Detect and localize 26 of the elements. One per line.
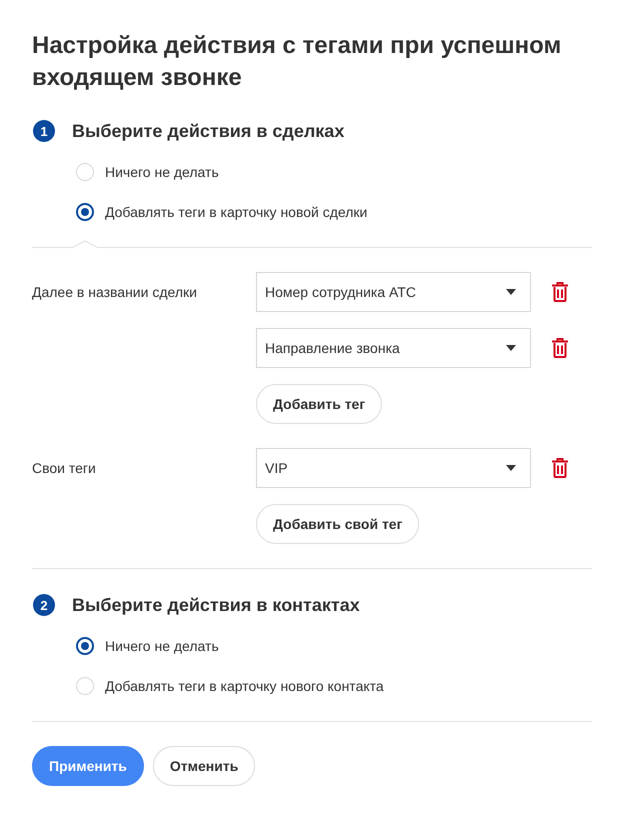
trash-icon[interactable] [552, 338, 568, 358]
caret-icon [506, 465, 516, 471]
field-label: Далее в названии сделки [32, 283, 197, 301]
add-tag-button[interactable]: Добавить тег [256, 384, 382, 424]
caret-icon [506, 345, 516, 351]
option-label[interactable]: Добавлять теги в карточку нового контакта [105, 677, 384, 695]
step-number: 2 [33, 594, 55, 616]
trash-icon[interactable] [552, 458, 568, 478]
option-label[interactable]: Ничего не делать [105, 637, 219, 655]
option-label[interactable]: Добавлять теги в карточку новой сделки [105, 203, 368, 221]
step-number: 1 [33, 120, 55, 142]
dropdown[interactable]: VIP [256, 448, 531, 488]
cancel-button[interactable]: Отменить [152, 746, 256, 786]
section-heading: Выберите действия в контактах [72, 594, 360, 617]
section-heading: Выберите действия в сделках [72, 120, 344, 143]
radio-button[interactable] [76, 203, 94, 221]
add-tag-button[interactable]: Добавить свой тег [256, 504, 420, 544]
radio-button[interactable] [76, 637, 94, 655]
page-title: Настройка действия с тегами при успешном входящем звонке [32, 31, 562, 93]
option-label[interactable]: Ничего не делать [105, 163, 219, 181]
dropdown[interactable]: Направление звонка [256, 328, 531, 368]
apply-button[interactable]: Применить [32, 746, 144, 786]
trash-icon[interactable] [552, 282, 568, 302]
caret-icon [506, 289, 516, 295]
field-label: Свои теги [32, 459, 96, 477]
dropdown[interactable]: Номер сотрудника АТС [256, 272, 531, 312]
